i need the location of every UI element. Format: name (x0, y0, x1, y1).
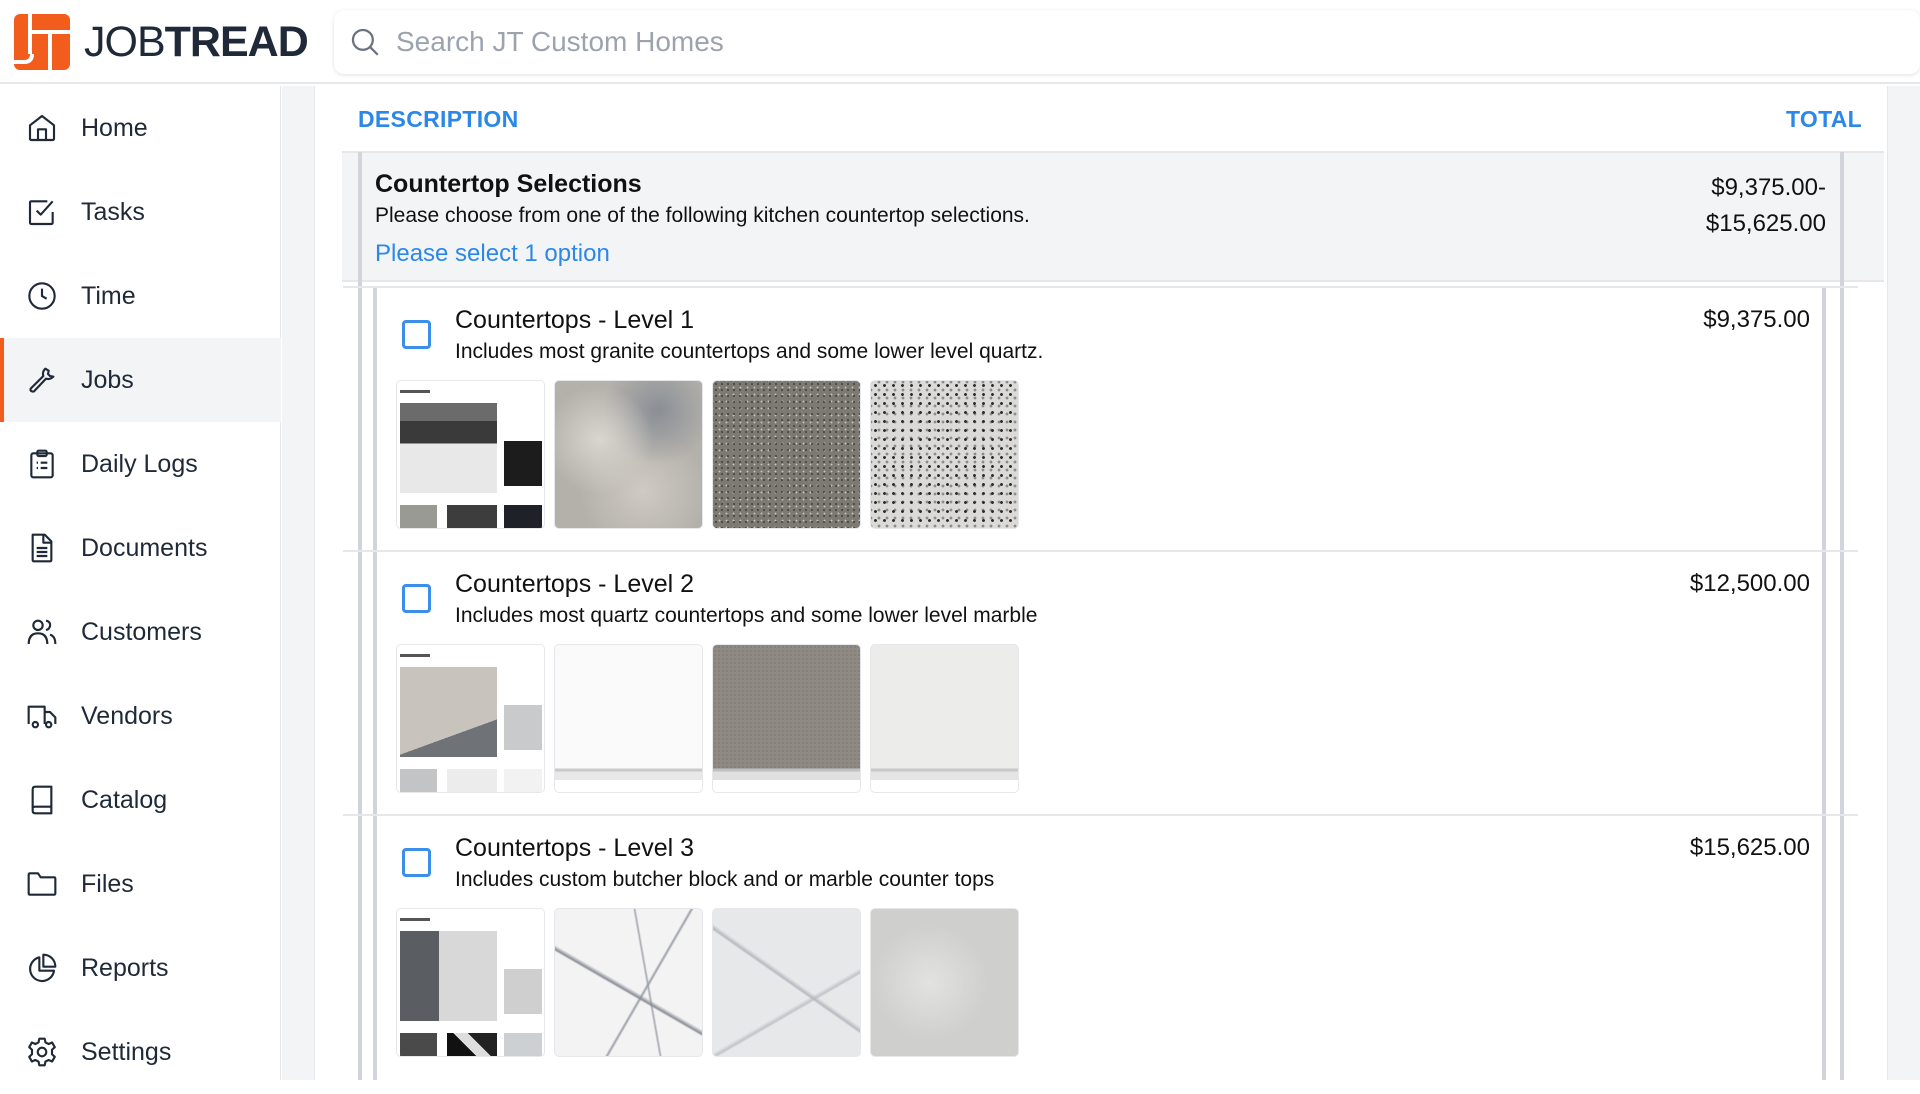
truck-icon (27, 705, 57, 729)
folder-icon (27, 872, 57, 896)
option-title: Countertops - Level 1 (455, 306, 695, 334)
group-description: Please choose from one of the following … (375, 204, 1030, 227)
option-price: $15,625.00 (1689, 834, 1810, 861)
option-title: Countertops - Level 2 (455, 570, 695, 598)
select-option-prompt[interactable]: Please select 1 option (375, 240, 610, 268)
light-veined-quartz-image[interactable] (870, 644, 1019, 793)
option-row: Countertops - Level 1 Includes most gran… (343, 286, 1858, 550)
sidebar-item-daily-logs[interactable]: Daily Logs (0, 422, 281, 506)
sidebar-item-label: Daily Logs (81, 449, 198, 478)
option-row: Countertops - Level 3 Includes custom bu… (343, 814, 1858, 1078)
sidebar-item-reports[interactable]: Reports (0, 926, 281, 1010)
checkbox-icon (28, 200, 54, 226)
document-icon (31, 533, 53, 563)
sidebar-item-label: Documents (81, 533, 208, 562)
sidebar-item-settings[interactable]: Settings (0, 1010, 281, 1094)
sidebar-item-label: Files (81, 869, 134, 898)
quartz-options-sheet-image[interactable] (396, 644, 545, 793)
sidebar-item-label: Time (81, 281, 136, 310)
column-header-total[interactable]: TOTAL (1786, 106, 1862, 133)
group-price-min: $9,375.00- (1711, 174, 1826, 201)
sidebar-item-label: Reports (81, 953, 169, 982)
logo[interactable]: JOBTREAD (14, 14, 309, 70)
home-icon (28, 114, 56, 142)
sidebar-item-time[interactable]: Time (0, 254, 281, 338)
group-price-range: $9,375.00- $15,625.00 (1706, 170, 1826, 242)
sidebar-item-files[interactable]: Files (0, 842, 281, 926)
option-description: Includes most quartz countertops and som… (455, 604, 1038, 627)
top-bar: JOBTREAD (0, 0, 1920, 84)
salt-pepper-granite-image[interactable] (870, 380, 1019, 529)
option-price: $12,500.00 (1689, 570, 1810, 597)
sidebar-item-label: Vendors (81, 701, 173, 730)
column-header-description[interactable]: DESCRIPTION (358, 106, 518, 133)
light-granite-image[interactable] (554, 380, 703, 529)
book-icon (31, 785, 53, 815)
option-title: Countertops - Level 3 (455, 834, 695, 862)
jobtread-logo-icon (14, 14, 70, 70)
marble-options-sheet-image[interactable] (396, 908, 545, 1057)
option-images (396, 380, 1019, 529)
gray-quartz-image[interactable] (712, 644, 861, 793)
sidebar-item-label: Customers (81, 617, 202, 646)
clipboard-icon (30, 449, 54, 479)
sidebar-item-tasks[interactable]: Tasks (0, 170, 281, 254)
sidebar-item-customers[interactable]: Customers (0, 590, 281, 674)
sidebar: Home Tasks Time Jobs Daily Logs Document… (0, 86, 281, 1080)
sidebar-item-jobs[interactable]: Jobs (0, 338, 281, 422)
group-title: Countertop Selections (375, 170, 642, 198)
search-bar[interactable] (334, 10, 1920, 74)
search-input[interactable] (396, 26, 1796, 58)
option-price: $9,375.00 (1703, 306, 1810, 333)
right-scroll-gutter[interactable] (1887, 86, 1920, 1080)
gear-icon (28, 1037, 56, 1067)
sidebar-item-label: Catalog (81, 785, 168, 814)
option-row: Countertops - Level 2 Includes most quar… (343, 550, 1858, 814)
left-gutter (282, 86, 315, 1080)
white-veined-quartz-image[interactable] (554, 644, 703, 793)
dark-speckled-granite-image[interactable] (712, 380, 861, 529)
clock-icon (28, 282, 56, 310)
option-checkbox[interactable] (402, 320, 431, 349)
option-images (396, 644, 1019, 793)
sidebar-item-label: Jobs (81, 365, 134, 394)
white-veined-marble-image[interactable] (554, 908, 703, 1057)
option-images (396, 908, 1019, 1057)
sidebar-item-home[interactable]: Home (0, 86, 281, 170)
sidebar-item-label: Home (81, 113, 148, 142)
sidebar-item-documents[interactable]: Documents (0, 506, 281, 590)
wrench-icon (29, 367, 55, 393)
sidebar-item-label: Tasks (81, 197, 145, 226)
pie-chart-icon (29, 953, 57, 983)
sidebar-item-catalog[interactable]: Catalog (0, 758, 281, 842)
option-description: Includes custom butcher block and or mar… (455, 868, 995, 891)
option-description: Includes most granite countertops and so… (455, 340, 1044, 363)
sidebar-item-vendors[interactable]: Vendors (0, 674, 281, 758)
brand-name: JOBTREAD (84, 17, 309, 66)
carrara-marble-image[interactable] (712, 908, 861, 1057)
option-checkbox[interactable] (402, 848, 431, 877)
light-gray-marble-image[interactable] (870, 908, 1019, 1057)
search-icon (351, 28, 379, 56)
group-price-max: $15,625.00 (1705, 210, 1826, 237)
users-icon (27, 619, 57, 645)
sidebar-item-label: Settings (81, 1037, 172, 1066)
granite-options-sheet-image[interactable] (396, 380, 545, 529)
option-checkbox[interactable] (402, 584, 431, 613)
